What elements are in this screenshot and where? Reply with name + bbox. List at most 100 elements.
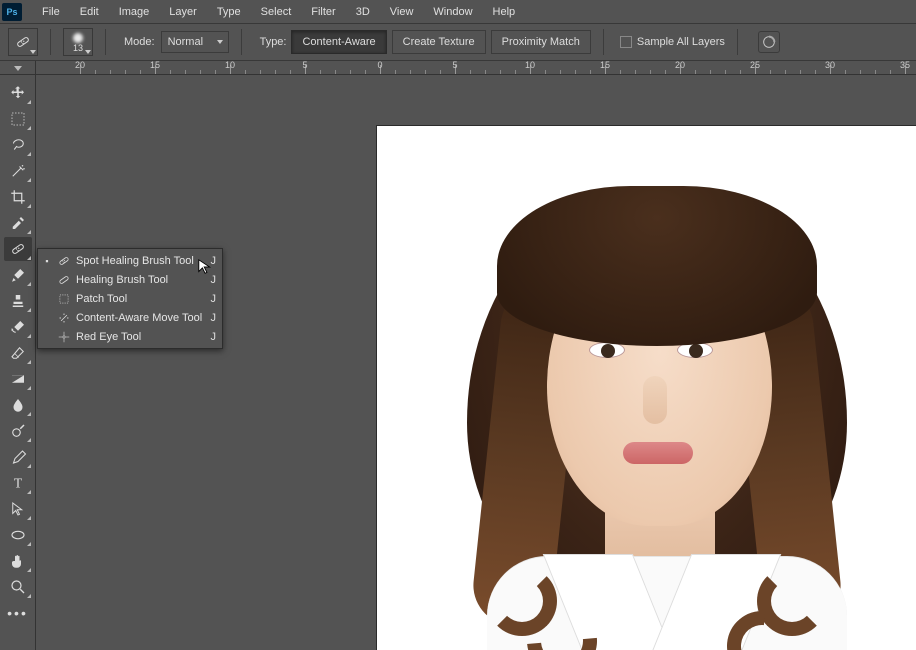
tool-lasso[interactable] bbox=[4, 133, 32, 157]
type-icon bbox=[9, 474, 27, 492]
tool-brush[interactable] bbox=[4, 263, 32, 287]
menu-select[interactable]: Select bbox=[251, 2, 302, 22]
ruler-tick-label: 10 bbox=[225, 61, 235, 70]
tool-pen[interactable] bbox=[4, 445, 32, 469]
flyout-content-aware-move-tool[interactable]: Content-Aware Move ToolJ bbox=[38, 308, 222, 327]
patch-icon bbox=[55, 292, 73, 306]
tablet-pressure-button[interactable] bbox=[758, 31, 780, 53]
lasso-icon bbox=[9, 136, 27, 154]
tool-hand[interactable] bbox=[4, 549, 32, 573]
tool-type[interactable] bbox=[4, 471, 32, 495]
ellipsis-icon: ••• bbox=[7, 605, 28, 621]
ellipse-icon bbox=[9, 526, 27, 544]
mode-value: Normal bbox=[168, 36, 203, 48]
bandaid-icon bbox=[55, 273, 73, 287]
tool-magic-wand[interactable] bbox=[4, 159, 32, 183]
move-arrows-icon bbox=[55, 311, 73, 325]
bandaid-dots-icon bbox=[9, 240, 27, 258]
mode-label: Mode: bbox=[124, 36, 155, 48]
ruler-tick-label: 10 bbox=[525, 61, 535, 70]
sample-all-layers-checkbox[interactable]: Sample All Layers bbox=[620, 36, 725, 48]
flyout-item-label: Content-Aware Move Tool bbox=[76, 312, 211, 324]
tool-marquee[interactable] bbox=[4, 107, 32, 131]
ruler-tick-label: 15 bbox=[150, 61, 160, 70]
selected-indicator-icon: ▪ bbox=[42, 256, 52, 266]
ruler-tick-label: 30 bbox=[825, 61, 835, 70]
flyout-healing-brush-tool[interactable]: Healing Brush ToolJ bbox=[38, 270, 222, 289]
menu-image[interactable]: Image bbox=[109, 2, 160, 22]
horizontal-ruler[interactable]: 201510505101520253035 bbox=[36, 61, 916, 74]
menu-filter[interactable]: Filter bbox=[301, 2, 345, 22]
eraser-icon bbox=[9, 344, 27, 362]
document-canvas[interactable] bbox=[377, 126, 916, 650]
ruler-tick-label: 15 bbox=[600, 61, 610, 70]
tool-gradient[interactable] bbox=[4, 367, 32, 391]
brush-dot-icon bbox=[73, 33, 83, 43]
pressure-icon bbox=[761, 34, 777, 50]
menu-view[interactable]: View bbox=[380, 2, 424, 22]
flyout-patch-tool[interactable]: Patch ToolJ bbox=[38, 289, 222, 308]
bandaid-dots-icon bbox=[55, 254, 73, 268]
options-bar: 13 Mode: Normal Type: Content-Aware Crea… bbox=[0, 23, 916, 61]
flyout-spot-healing-brush-tool[interactable]: ▪ Spot Healing Brush ToolJ bbox=[38, 251, 222, 270]
move-icon bbox=[9, 84, 27, 102]
tool-history-brush[interactable] bbox=[4, 315, 32, 339]
flyout-item-label: Spot Healing Brush Tool bbox=[76, 255, 211, 267]
flyout-item-shortcut: J bbox=[211, 255, 217, 267]
ruler-row: 201510505101520253035 bbox=[0, 61, 916, 75]
flyout-item-label: Red Eye Tool bbox=[76, 331, 211, 343]
ruler-origin-toggle[interactable] bbox=[0, 61, 36, 75]
marquee-icon bbox=[9, 110, 27, 128]
ruler-tick-label: 0 bbox=[377, 61, 382, 70]
tool-eyedropper[interactable] bbox=[4, 211, 32, 235]
proximity-match-button[interactable]: Proximity Match bbox=[491, 30, 591, 54]
menu-type[interactable]: Type bbox=[207, 2, 251, 22]
menu-file[interactable]: File bbox=[32, 2, 70, 22]
pen-icon bbox=[9, 448, 27, 466]
ruler-tick-label: 20 bbox=[75, 61, 85, 70]
content-aware-button[interactable]: Content-Aware bbox=[291, 30, 386, 54]
ruler-tick-label: 5 bbox=[452, 61, 457, 70]
tool-eraser[interactable] bbox=[4, 341, 32, 365]
app-logo: Ps bbox=[2, 3, 22, 21]
brush-preset-picker[interactable]: 13 bbox=[63, 28, 93, 56]
chevron-down-icon bbox=[14, 66, 22, 71]
tool-zoom[interactable] bbox=[4, 575, 32, 599]
menu-3d[interactable]: 3D bbox=[346, 2, 380, 22]
ruler-tick-label: 25 bbox=[750, 61, 760, 70]
tools-panel: ••• bbox=[0, 75, 36, 650]
flyout-item-label: Patch Tool bbox=[76, 293, 211, 305]
brush-size-value: 13 bbox=[73, 43, 83, 53]
zoom-icon bbox=[9, 578, 27, 596]
tool-path-select[interactable] bbox=[4, 497, 32, 521]
menu-edit[interactable]: Edit bbox=[70, 2, 109, 22]
blur-icon bbox=[9, 396, 27, 414]
wand-icon bbox=[9, 162, 27, 180]
tool-ellipse[interactable] bbox=[4, 523, 32, 547]
tool-crop[interactable] bbox=[4, 185, 32, 209]
menu-help[interactable]: Help bbox=[483, 2, 526, 22]
histbrush-icon bbox=[9, 318, 27, 336]
menu-window[interactable]: Window bbox=[423, 2, 482, 22]
menu-layer[interactable]: Layer bbox=[159, 2, 207, 22]
current-tool-preview[interactable] bbox=[8, 28, 38, 56]
bandaid-dots-icon bbox=[14, 33, 32, 51]
canvas-area[interactable] bbox=[36, 75, 916, 650]
tool-spot-healing[interactable] bbox=[4, 237, 32, 261]
tool-clone-stamp[interactable] bbox=[4, 289, 32, 313]
create-texture-button[interactable]: Create Texture bbox=[392, 30, 486, 54]
mode-select[interactable]: Normal bbox=[161, 31, 229, 53]
photo-content bbox=[427, 146, 887, 650]
tool-move[interactable] bbox=[4, 81, 32, 105]
workspace: ••• bbox=[0, 75, 916, 650]
tool-blur[interactable] bbox=[4, 393, 32, 417]
brush-icon bbox=[9, 266, 27, 284]
tool-dodge[interactable] bbox=[4, 419, 32, 443]
ruler-tick-label: 35 bbox=[900, 61, 910, 70]
redeye-icon bbox=[55, 330, 73, 344]
tool-edit-toolbar[interactable]: ••• bbox=[4, 601, 32, 625]
flyout-item-shortcut: J bbox=[211, 312, 217, 324]
flyout-item-shortcut: J bbox=[211, 331, 217, 343]
gradient-icon bbox=[9, 370, 27, 388]
flyout-red-eye-tool[interactable]: Red Eye ToolJ bbox=[38, 327, 222, 346]
